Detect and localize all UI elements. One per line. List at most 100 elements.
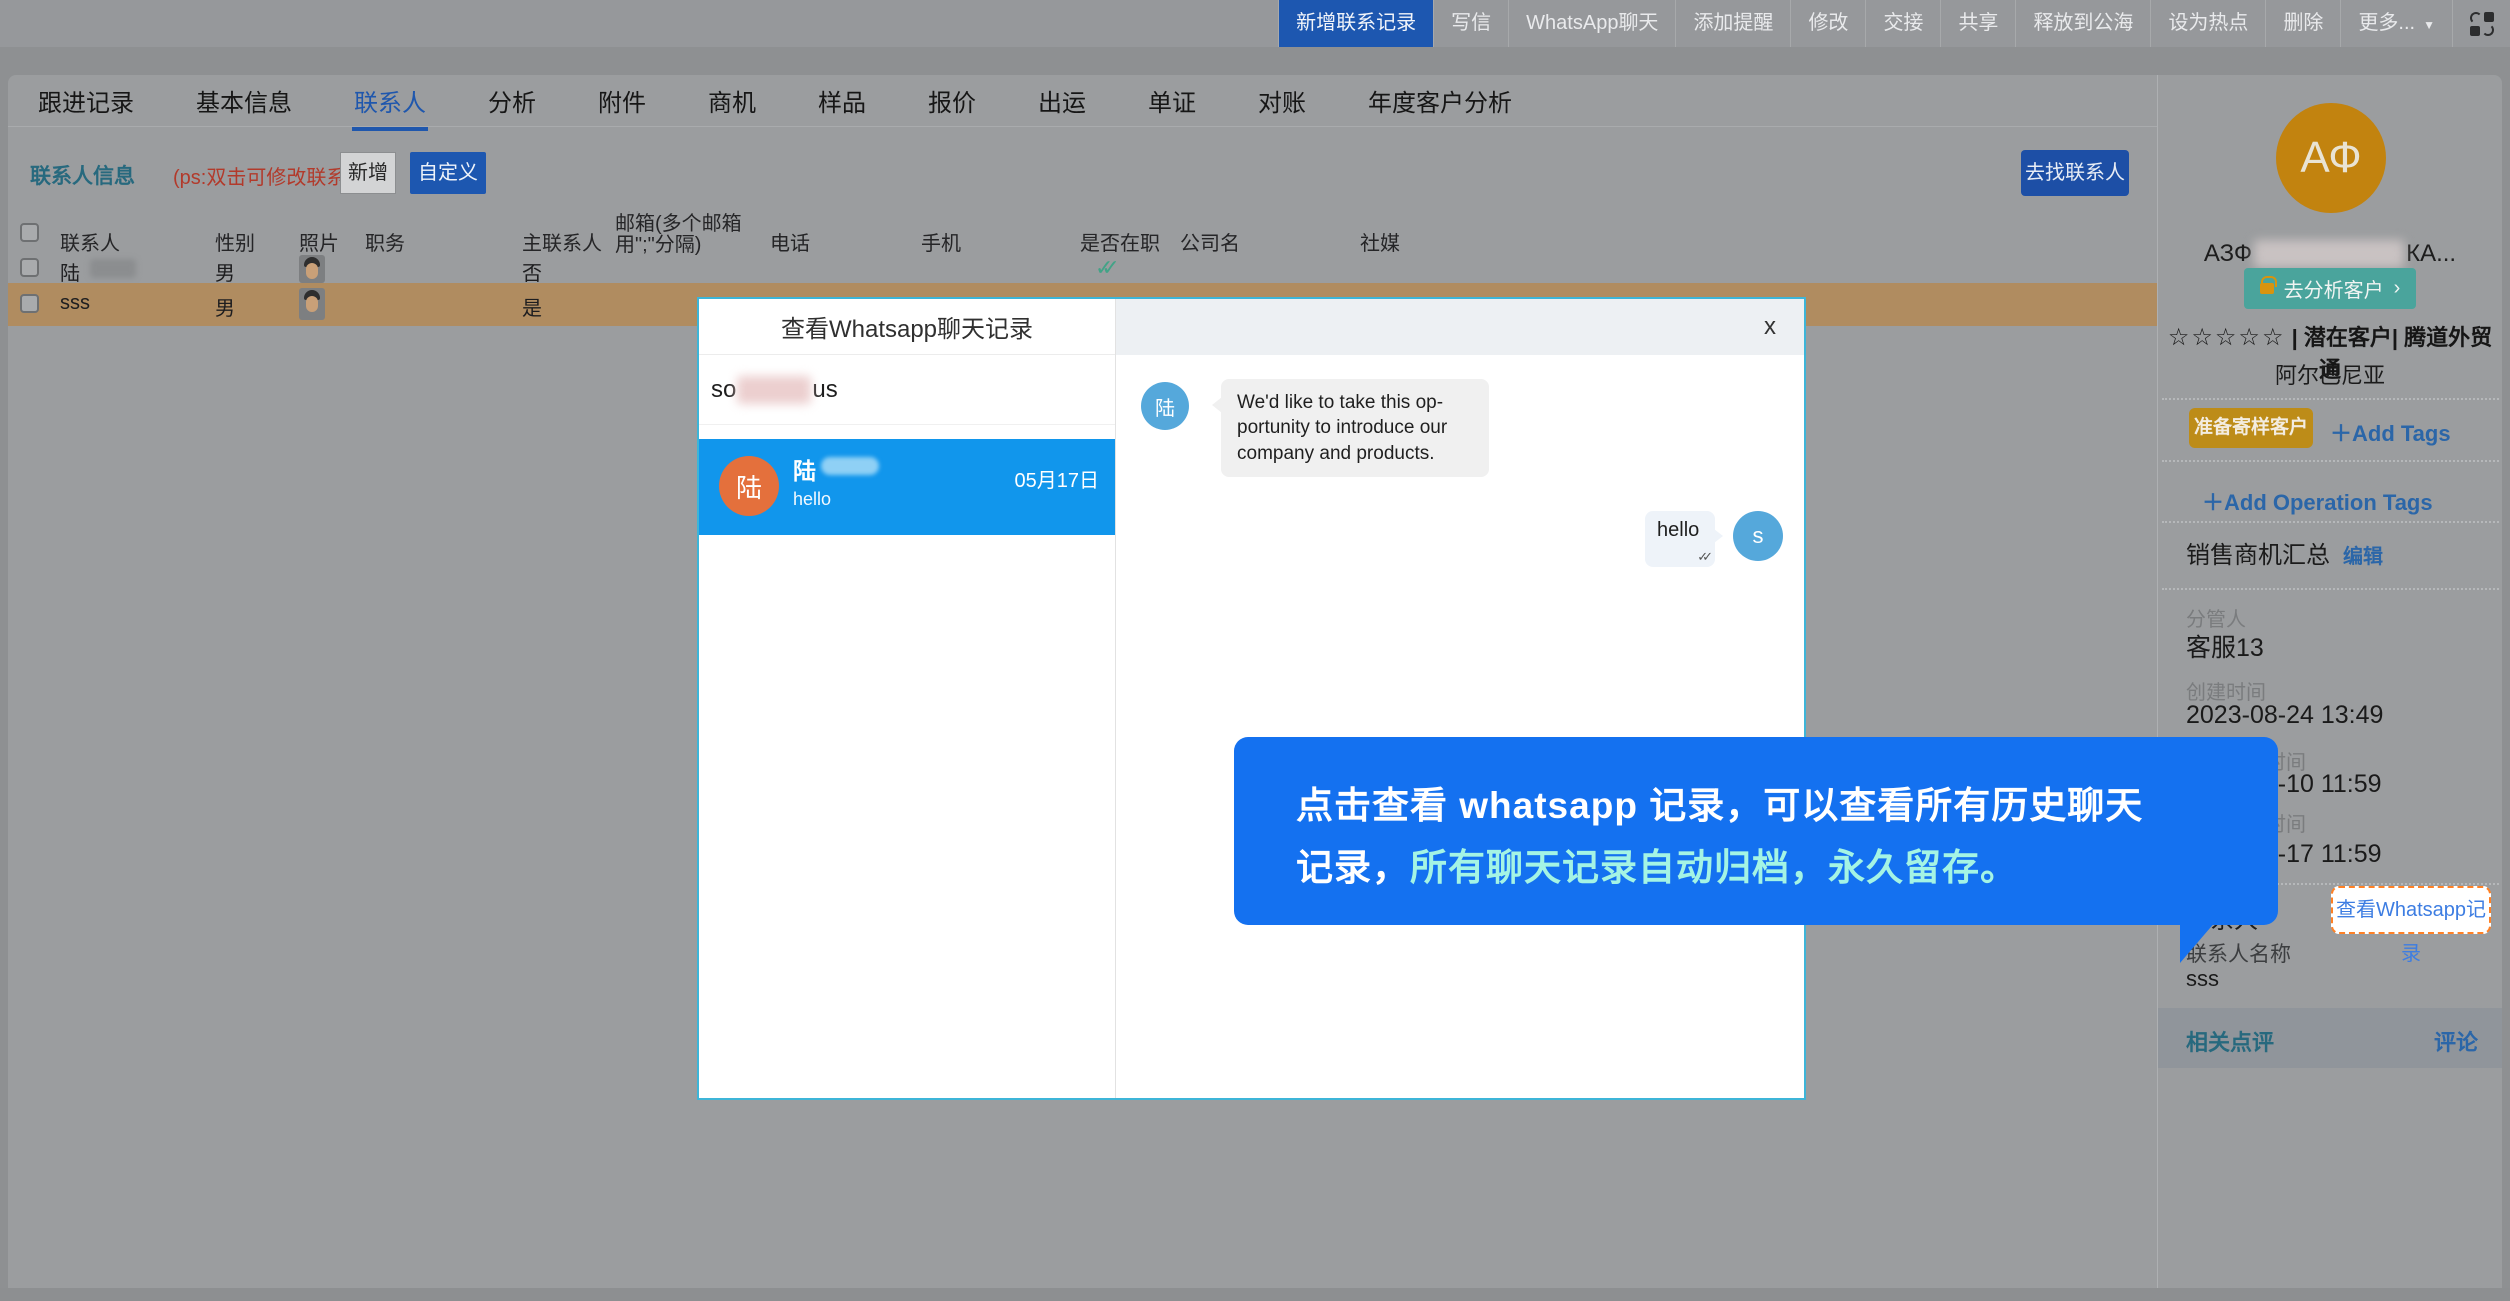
detail-tab-bar: 跟进记录 基本信息 联系人 分析 附件 商机 样品 报价 出运 单证 对账 年度… bbox=[8, 75, 2157, 127]
toolbar-button-handover[interactable]: 交接 bbox=[1865, 0, 1940, 47]
star-rating-icons[interactable]: ☆☆☆☆☆ bbox=[2168, 324, 2286, 351]
add-contact-button[interactable]: 新增 bbox=[340, 152, 396, 194]
incoming-message-line: We'd like to take this op- bbox=[1237, 390, 1473, 415]
toolbar-button-write-letter[interactable]: 写信 bbox=[1433, 0, 1508, 47]
tab-quotations[interactable]: 报价 bbox=[928, 83, 976, 118]
tab-analysis[interactable]: 分析 bbox=[488, 83, 536, 118]
tab-follow-records[interactable]: 跟进记录 bbox=[38, 83, 134, 118]
toolbar-button-share[interactable]: 共享 bbox=[1940, 0, 2015, 47]
row-checkbox[interactable] bbox=[20, 294, 39, 313]
incoming-message-line: portunity to introduce our bbox=[1237, 415, 1473, 440]
incoming-message-avatar: 陆 bbox=[1141, 382, 1189, 430]
toolbar-button-delete[interactable]: 删除 bbox=[2265, 0, 2340, 47]
toolbar-button-release-to-public[interactable]: 释放到公海 bbox=[2015, 0, 2150, 47]
created-time-value: 2023-08-24 13:49 bbox=[2186, 701, 2383, 730]
customer-tag[interactable]: 准备寄样客户 bbox=[2189, 408, 2313, 448]
comment-link[interactable]: 评论 bbox=[2434, 1025, 2478, 1057]
tooltip-line2-prefix: 记录， bbox=[1296, 847, 1410, 888]
dotted-divider bbox=[2162, 588, 2499, 590]
related-reviews-label: 相关点评 bbox=[2186, 1025, 2274, 1057]
whatsapp-check-icon: ✓✓ bbox=[1095, 255, 1108, 281]
chat-panel-header: x bbox=[1116, 299, 1804, 355]
switch-view-icon bbox=[2470, 12, 2494, 36]
chat-search-row[interactable]: so us bbox=[699, 356, 1115, 425]
edit-summary-link[interactable]: 编辑 bbox=[2343, 540, 2383, 569]
select-all-checkbox[interactable] bbox=[20, 223, 39, 242]
tab-documents[interactable]: 单证 bbox=[1148, 83, 1196, 118]
toolbar-switch-view-button[interactable] bbox=[2452, 0, 2510, 47]
tab-shipments[interactable]: 出运 bbox=[1038, 83, 1086, 118]
more-label: 更多... bbox=[2358, 12, 2415, 34]
outgoing-message-avatar: s bbox=[1733, 511, 1783, 561]
col-gender: 性别 bbox=[215, 227, 255, 256]
col-email: 邮箱(多个邮箱用";"分隔) bbox=[615, 214, 757, 256]
toolbar-button-new-contact-record[interactable]: 新增联系记录 bbox=[1278, 0, 1433, 47]
tour-tooltip: 点击查看 whatsapp 记录，可以查看所有历史聊天 记录，所有聊天记录自动归… bbox=[1234, 737, 2278, 925]
tab-opportunities[interactable]: 商机 bbox=[708, 83, 756, 118]
close-icon[interactable]: x bbox=[1764, 311, 1776, 343]
chat-date: 05月17日 bbox=[1015, 464, 1100, 493]
toolbar-button-set-hotspot[interactable]: 设为热点 bbox=[2150, 0, 2265, 47]
col-main-contact: 主联系人 bbox=[522, 227, 602, 256]
main-contact-flag: 是 bbox=[522, 292, 542, 321]
main-contact-flag: 否 bbox=[522, 257, 542, 286]
tab-attachments[interactable]: 附件 bbox=[598, 83, 646, 118]
modal-title: 查看Whatsapp聊天记录 bbox=[699, 299, 1115, 355]
redacted-chat-name-blur bbox=[821, 457, 879, 475]
add-operation-tags-link[interactable]: ＋Add Operation Tags bbox=[2202, 485, 2433, 517]
customer-avatar: АФ bbox=[2276, 103, 2386, 213]
redacted-name-blur bbox=[90, 259, 136, 278]
analyze-label: 去分析客户 bbox=[2284, 274, 2384, 303]
toolbar-button-modify[interactable]: 修改 bbox=[1790, 0, 1865, 47]
search-text-prefix: so bbox=[711, 376, 736, 404]
sales-opportunity-summary-title: 销售商机汇总 bbox=[2186, 535, 2330, 570]
company-name-suffix: КА... bbox=[2406, 240, 2456, 268]
contact-gender: 男 bbox=[215, 257, 235, 286]
tab-annual-analysis[interactable]: 年度客户分析 bbox=[1368, 83, 1512, 118]
company-name-prefix: АЗФ bbox=[2204, 240, 2252, 268]
chat-list-item-selected[interactable]: 陆 陆 05月17日 hello bbox=[699, 439, 1115, 535]
tab-basic-info[interactable]: 基本信息 bbox=[196, 83, 292, 118]
redacted-company-blur bbox=[2254, 240, 2404, 268]
chat-avatar: 陆 bbox=[719, 456, 779, 516]
contact-photo bbox=[299, 288, 325, 320]
find-contacts-button[interactable]: 去找联系人 bbox=[2021, 150, 2129, 196]
col-company: 公司名 bbox=[1180, 227, 1240, 256]
add-tags-link[interactable]: ＋Add Tags bbox=[2330, 416, 2451, 448]
row-checkbox[interactable] bbox=[20, 258, 39, 277]
tooltip-line2: 记录，所有聊天记录自动归档，永久留存。 bbox=[1296, 837, 2018, 891]
chat-contact-name: 陆 bbox=[793, 452, 816, 486]
toolbar-button-add-reminder[interactable]: 添加提醒 bbox=[1675, 0, 1790, 47]
col-contact: 联系人 bbox=[60, 227, 120, 256]
toolbar-button-more[interactable]: 更多...▼ bbox=[2340, 0, 2452, 47]
contact-photo bbox=[299, 255, 325, 283]
company-name: АЗФ КА... bbox=[2158, 239, 2502, 269]
outgoing-message-bubble: hello ✓✓ bbox=[1645, 511, 1715, 567]
toolbar-button-whatsapp-chat[interactable]: WhatsApp聊天 bbox=[1508, 0, 1675, 47]
chat-messages-panel: x 陆 We'd like to take this op- portunity… bbox=[1116, 299, 1804, 1098]
col-photo: 照片 bbox=[299, 227, 339, 256]
col-mobile: 手机 bbox=[921, 227, 961, 256]
col-phone: 电话 bbox=[770, 227, 810, 256]
chat-list-panel: 查看Whatsapp聊天记录 so us 陆 陆 05月17日 hello bbox=[699, 299, 1116, 1098]
chevron-right-icon: › bbox=[2394, 277, 2401, 300]
chat-messages-area: 陆 We'd like to take this op- portunity t… bbox=[1116, 355, 1804, 1098]
col-position: 职务 bbox=[365, 227, 405, 256]
tab-samples[interactable]: 样品 bbox=[818, 83, 866, 118]
customize-button[interactable]: 自定义 bbox=[410, 152, 486, 194]
reviews-bar: 相关点评 评论 bbox=[2158, 1008, 2502, 1068]
incoming-message-line: company and products. bbox=[1237, 441, 1473, 466]
tooltip-tail bbox=[2180, 921, 2216, 963]
chat-last-message: hello bbox=[793, 489, 831, 510]
table-row[interactable]: 陆 男 否 ✓✓ bbox=[8, 254, 2157, 283]
contact-name: 陆 bbox=[60, 257, 80, 286]
tab-reconciliation[interactable]: 对账 bbox=[1258, 83, 1306, 118]
tooltip-line1: 点击查看 whatsapp 记录，可以查看所有历史聊天 bbox=[1296, 775, 2143, 829]
page-bottom-strip bbox=[0, 1288, 2510, 1301]
outgoing-message-text: hello bbox=[1657, 519, 1699, 542]
tab-contacts[interactable]: 联系人 bbox=[354, 83, 426, 118]
customer-sidebar: АФ АЗФ КА... 去分析客户 › ☆☆☆☆☆ | 潜在客户| 腾道外贸通… bbox=[2157, 75, 2502, 1288]
analyze-customer-button[interactable]: 去分析客户 › bbox=[2244, 268, 2416, 309]
contact-info-title: 联系人信息 bbox=[30, 160, 135, 190]
view-whatsapp-records-button[interactable]: 查看Whatsapp记录 bbox=[2331, 886, 2491, 934]
